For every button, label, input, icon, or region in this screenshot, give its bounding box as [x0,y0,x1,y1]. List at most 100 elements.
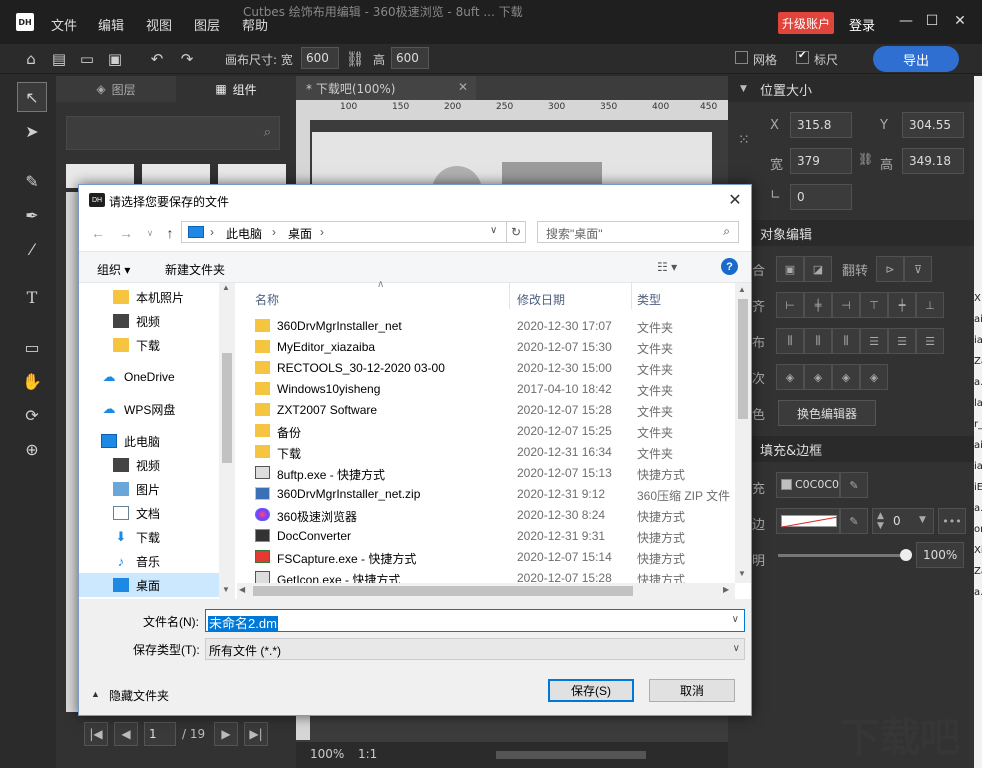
zoom-level[interactable]: 100% [310,747,344,761]
distribute-icon[interactable]: ⫼ [804,328,832,354]
refresh-icon[interactable]: ↻ [506,221,526,243]
chevron-down-icon[interactable]: ∨ [731,614,740,625]
select-tool-icon[interactable]: ↖ [17,82,47,112]
y-input[interactable]: 304.55 [902,112,964,138]
breadcrumb-desktop[interactable]: 桌面 [288,225,312,242]
height-input[interactable]: 349.18 [902,148,964,174]
tab-components[interactable]: ▦ 组件 [176,76,296,102]
nav-item[interactable]: 视频 [79,309,219,333]
border-width-input[interactable]: ▲ ▼ 0 ▼ [872,508,934,534]
scroll-right-icon[interactable]: ▶ [723,585,729,594]
send-backward-icon[interactable]: ◈ [832,364,860,390]
position-size-header[interactable]: 位置大小 [728,76,974,102]
open-folder-icon[interactable]: ▭ [76,44,98,74]
menu-view[interactable]: 视图 [146,15,172,34]
split-icon[interactable]: ◪ [804,256,832,282]
tab-layers[interactable]: ◈ 图层 [56,76,176,102]
upgrade-button[interactable]: 升级账户 [778,12,834,34]
help-icon[interactable]: ? [721,258,738,275]
align-left-icon[interactable]: ⊢ [776,292,804,318]
scrollbar-thumb[interactable] [253,586,633,596]
nav-item[interactable]: 本机照片 [79,285,219,309]
brush-tool-icon[interactable]: ⁄ [17,234,47,264]
nav-item[interactable]: 下载 [79,333,219,357]
next-page-button[interactable]: ▶ [214,722,238,746]
x-input[interactable]: 315.8 [790,112,852,138]
bring-front-icon[interactable]: ◈ [776,364,804,390]
rotate-tool-icon[interactable]: ⟳ [17,400,47,430]
ruler-checkbox[interactable] [796,50,809,64]
file-row[interactable]: FSCapture.exe - 快捷方式 2020-12-07 15:14 快捷方式 [237,547,735,568]
nav-item[interactable]: ♪ 音乐 [79,549,219,573]
document-tab[interactable]: * 下载吧(100%) ✕ [296,76,476,100]
align-right-icon[interactable]: ⊣ [832,292,860,318]
bring-forward-icon[interactable]: ◈ [804,364,832,390]
back-arrow-icon[interactable]: ← [87,223,109,243]
fill-border-header[interactable]: 填充&边框 [728,436,974,462]
opacity-input[interactable]: 100% [916,542,964,568]
file-row[interactable]: 备份 2020-12-07 15:25 文件夹 [237,421,735,442]
file-row[interactable]: MyEditor_xiazaiba 2020-12-07 15:30 文件夹 [237,337,735,358]
scrollbar-thumb[interactable] [222,353,232,463]
fill-color-input[interactable]: C0C0C0 [776,472,840,498]
last-page-button[interactable]: ▶| [244,722,268,746]
file-row[interactable]: RECTOOLS_30-12-2020 03-00 2020-12-30 15:0… [237,358,735,379]
close-icon[interactable]: ✕ [950,10,970,32]
dialog-close-icon[interactable]: ✕ [723,189,747,211]
hide-folders-toggle[interactable]: 隐藏文件夹 [109,687,169,704]
file-row[interactable]: 8uftp.exe - 快捷方式 2020-12-07 15:13 快捷方式 [237,463,735,484]
pen-add-tool-icon[interactable]: ✒ [17,200,47,230]
organize-button[interactable]: 组织 ▾ [97,261,130,278]
distribute-icon[interactable]: ☰ [916,328,944,354]
nav-item[interactable]: 此电脑 [79,429,219,453]
address-bar[interactable]: › 此电脑 › 桌面 › ∨ [181,221,507,243]
up-arrow-icon[interactable]: ↑ [159,223,181,243]
component-search-input[interactable]: ⌕ [66,116,280,150]
file-row[interactable]: 360DrvMgrInstaller_net 2020-12-30 17:07 文件… [237,316,735,337]
nav-item[interactable]: ⬇ 下载 [79,525,219,549]
rotation-input[interactable]: 0 [790,184,852,210]
breadcrumb-this-pc[interactable]: 此电脑 [226,225,262,242]
hand-tool-icon[interactable]: ✋ [17,366,47,396]
nav-item[interactable]: 文档 [79,501,219,525]
flip-horizontal-icon[interactable]: ⊳ [876,256,904,282]
canvas-width-input[interactable]: 600 [301,47,339,69]
rectangle-tool-icon[interactable]: ▭ [17,332,47,362]
new-folder-button[interactable]: 新建文件夹 [165,261,225,278]
distribute-icon[interactable]: ⫼ [776,328,804,354]
export-button[interactable]: 导出 [873,46,959,72]
object-edit-header[interactable]: 对象编辑 [728,220,974,246]
eyedropper-icon[interactable]: ✎ [840,508,868,534]
chevron-down-icon[interactable]: ∨ [490,225,497,236]
filename-input[interactable]: 未命名2.dm ∨ [205,609,745,632]
grid-checkbox[interactable] [735,51,748,64]
recent-dropdown-icon[interactable]: ∨ [139,223,161,243]
nav-item[interactable]: 桌面 [79,573,219,597]
minimize-icon[interactable]: — [896,10,916,32]
save-icon[interactable]: ▣ [104,44,126,74]
distribute-icon[interactable]: ⫼ [832,328,860,354]
direct-select-tool-icon[interactable]: ➤ [17,116,47,146]
distribute-icon[interactable]: ☰ [888,328,916,354]
file-row[interactable]: Windows10yisheng 2017-04-10 18:42 文件夹 [237,379,735,400]
close-tab-icon[interactable]: ✕ [458,80,468,94]
prev-page-button[interactable]: ◀ [114,722,138,746]
home-icon[interactable]: ⌂ [20,44,42,74]
scroll-down-icon[interactable]: ▼ [222,585,230,594]
column-date[interactable]: 修改日期 [517,291,565,308]
menu-layer[interactable]: 图层 [194,15,220,34]
width-input[interactable]: 379 [790,148,852,174]
unlink-icon[interactable]: ⛓ [344,44,366,74]
filetype-select[interactable]: 所有文件 (*.*) ∨ [205,638,745,660]
file-row[interactable]: 360极速浏览器 2020-12-30 8:24 快捷方式 [237,505,735,526]
view-options-icon[interactable]: ☷ ▾ [657,260,677,274]
menu-file[interactable]: 文件 [51,15,77,34]
redo-icon[interactable]: ↷ [176,44,198,74]
file-list-hscrollbar[interactable]: ◀ ▶ [237,583,735,599]
chevron-down-icon[interactable]: ▼ [919,515,926,525]
menu-edit[interactable]: 编辑 [98,15,124,34]
border-color-input[interactable] [776,508,840,534]
file-row[interactable]: DocConverter 2020-12-31 9:31 快捷方式 [237,526,735,547]
undo-icon[interactable]: ↶ [146,44,168,74]
file-list-scrollbar[interactable]: ▲ ▼ [735,283,751,583]
